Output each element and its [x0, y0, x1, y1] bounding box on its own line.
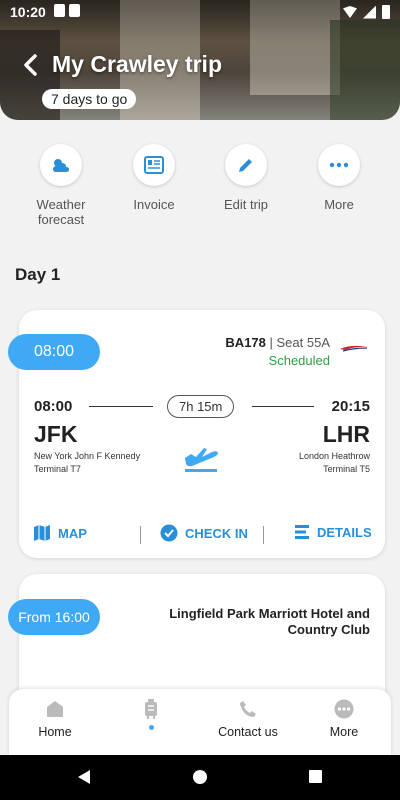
hotel-name: Lingfield Park Marriott Hotel and Countr…	[169, 606, 370, 637]
check-in-button[interactable]: CHECK IN	[160, 524, 248, 542]
arrival-airport-code: LHR	[322, 421, 370, 447]
nav-contact-label: Contact us	[218, 725, 278, 739]
invoice-label: Invoice	[133, 197, 175, 212]
flight-card-actions: MAP CHECK IN DETAILS	[19, 524, 385, 546]
chevron-left-icon	[24, 54, 37, 76]
wifi-icon	[343, 6, 357, 18]
nav-trips[interactable]	[111, 699, 191, 730]
route-line	[252, 406, 314, 407]
departure-airport-name: New York John F Kennedy	[34, 451, 141, 461]
invoice-icon-circle	[133, 144, 175, 186]
check-circle-icon	[160, 524, 178, 542]
notification-icon	[54, 4, 65, 17]
flight-status: Scheduled	[268, 353, 330, 368]
arrival-airport-name: London Heathrow	[298, 451, 370, 461]
edit-trip-label: Edit trip	[223, 197, 269, 212]
departure-time: 08:00	[34, 398, 73, 415]
arrival-time: 20:15	[331, 398, 370, 415]
edit-trip-button[interactable]: Edit trip	[204, 144, 288, 212]
details-label: DETAILS	[317, 524, 372, 540]
nav-home-label: Home	[38, 725, 72, 739]
seat-number: Seat 55A	[276, 335, 331, 350]
more-circle-icon	[334, 699, 354, 719]
route-line	[89, 406, 153, 407]
list-icon	[295, 525, 309, 539]
divider	[263, 526, 264, 544]
bottom-navigation: Home Contact us More	[9, 689, 391, 755]
flight-time-badge: 08:00	[8, 334, 100, 370]
more-icon	[329, 162, 349, 168]
weather-icon	[53, 159, 69, 172]
system-icons	[343, 5, 390, 19]
status-bar: 10:20	[0, 0, 400, 24]
home-icon	[47, 701, 63, 717]
departure-airport: New York John F Kennedy Terminal T7	[34, 450, 140, 476]
notification-icons	[54, 4, 80, 17]
details-button[interactable]: DETAILS	[294, 524, 372, 540]
map-button[interactable]: MAP	[33, 524, 87, 542]
day-title: Day 1	[15, 265, 61, 284]
battery-icon	[382, 5, 390, 19]
signal-icon	[363, 5, 376, 19]
home-circle-icon[interactable]	[192, 769, 208, 785]
more-icon-circle	[318, 144, 360, 186]
nav-more[interactable]: More	[304, 699, 384, 739]
pencil-icon-circle	[225, 144, 267, 186]
back-triangle-icon[interactable]	[76, 769, 92, 785]
check-in-label: CHECK IN	[185, 525, 248, 541]
weather-icon-circle	[40, 144, 82, 186]
hotel-time-badge: From 16:00	[8, 599, 100, 635]
departure-terminal: Terminal T7	[34, 464, 81, 474]
back-button[interactable]	[20, 53, 40, 77]
plane-departure-icon	[185, 448, 218, 472]
nav-contact-us[interactable]: Contact us	[208, 699, 288, 739]
status-time: 10:20	[10, 4, 46, 20]
arrival-airport: London Heathrow Terminal T5	[299, 450, 370, 476]
more-label: More	[324, 197, 354, 212]
invoice-button[interactable]: Invoice	[112, 144, 196, 212]
flight-duration: 7h 15m	[167, 395, 235, 418]
nav-more-label: More	[329, 725, 359, 739]
phone-icon	[240, 701, 256, 717]
sim-icon	[69, 4, 80, 17]
recents-square-icon[interactable]	[308, 769, 323, 784]
invoice-icon	[144, 156, 164, 174]
more-actions-button[interactable]: More	[297, 144, 381, 212]
departure-airport-code: JFK	[34, 421, 78, 447]
arrival-terminal: Terminal T5	[323, 464, 370, 474]
weather-forecast-button[interactable]: Weather forecast	[19, 144, 103, 227]
active-indicator	[148, 725, 154, 730]
page-title: My Crawley trip	[52, 51, 222, 77]
map-icon	[34, 525, 50, 541]
flight-code: BA178	[225, 335, 266, 350]
pencil-icon	[239, 159, 252, 172]
airline-logo-icon	[340, 345, 368, 352]
days-to-go-badge: 7 days to go	[42, 89, 137, 109]
system-navigation-bar	[0, 755, 400, 800]
nav-home[interactable]: Home	[15, 699, 95, 739]
weather-forecast-label: Weather forecast	[36, 197, 86, 227]
map-label: MAP	[58, 525, 87, 541]
divider	[140, 526, 141, 544]
flight-number: BA178 | Seat 55A	[225, 335, 330, 350]
luggage-icon	[145, 699, 157, 719]
